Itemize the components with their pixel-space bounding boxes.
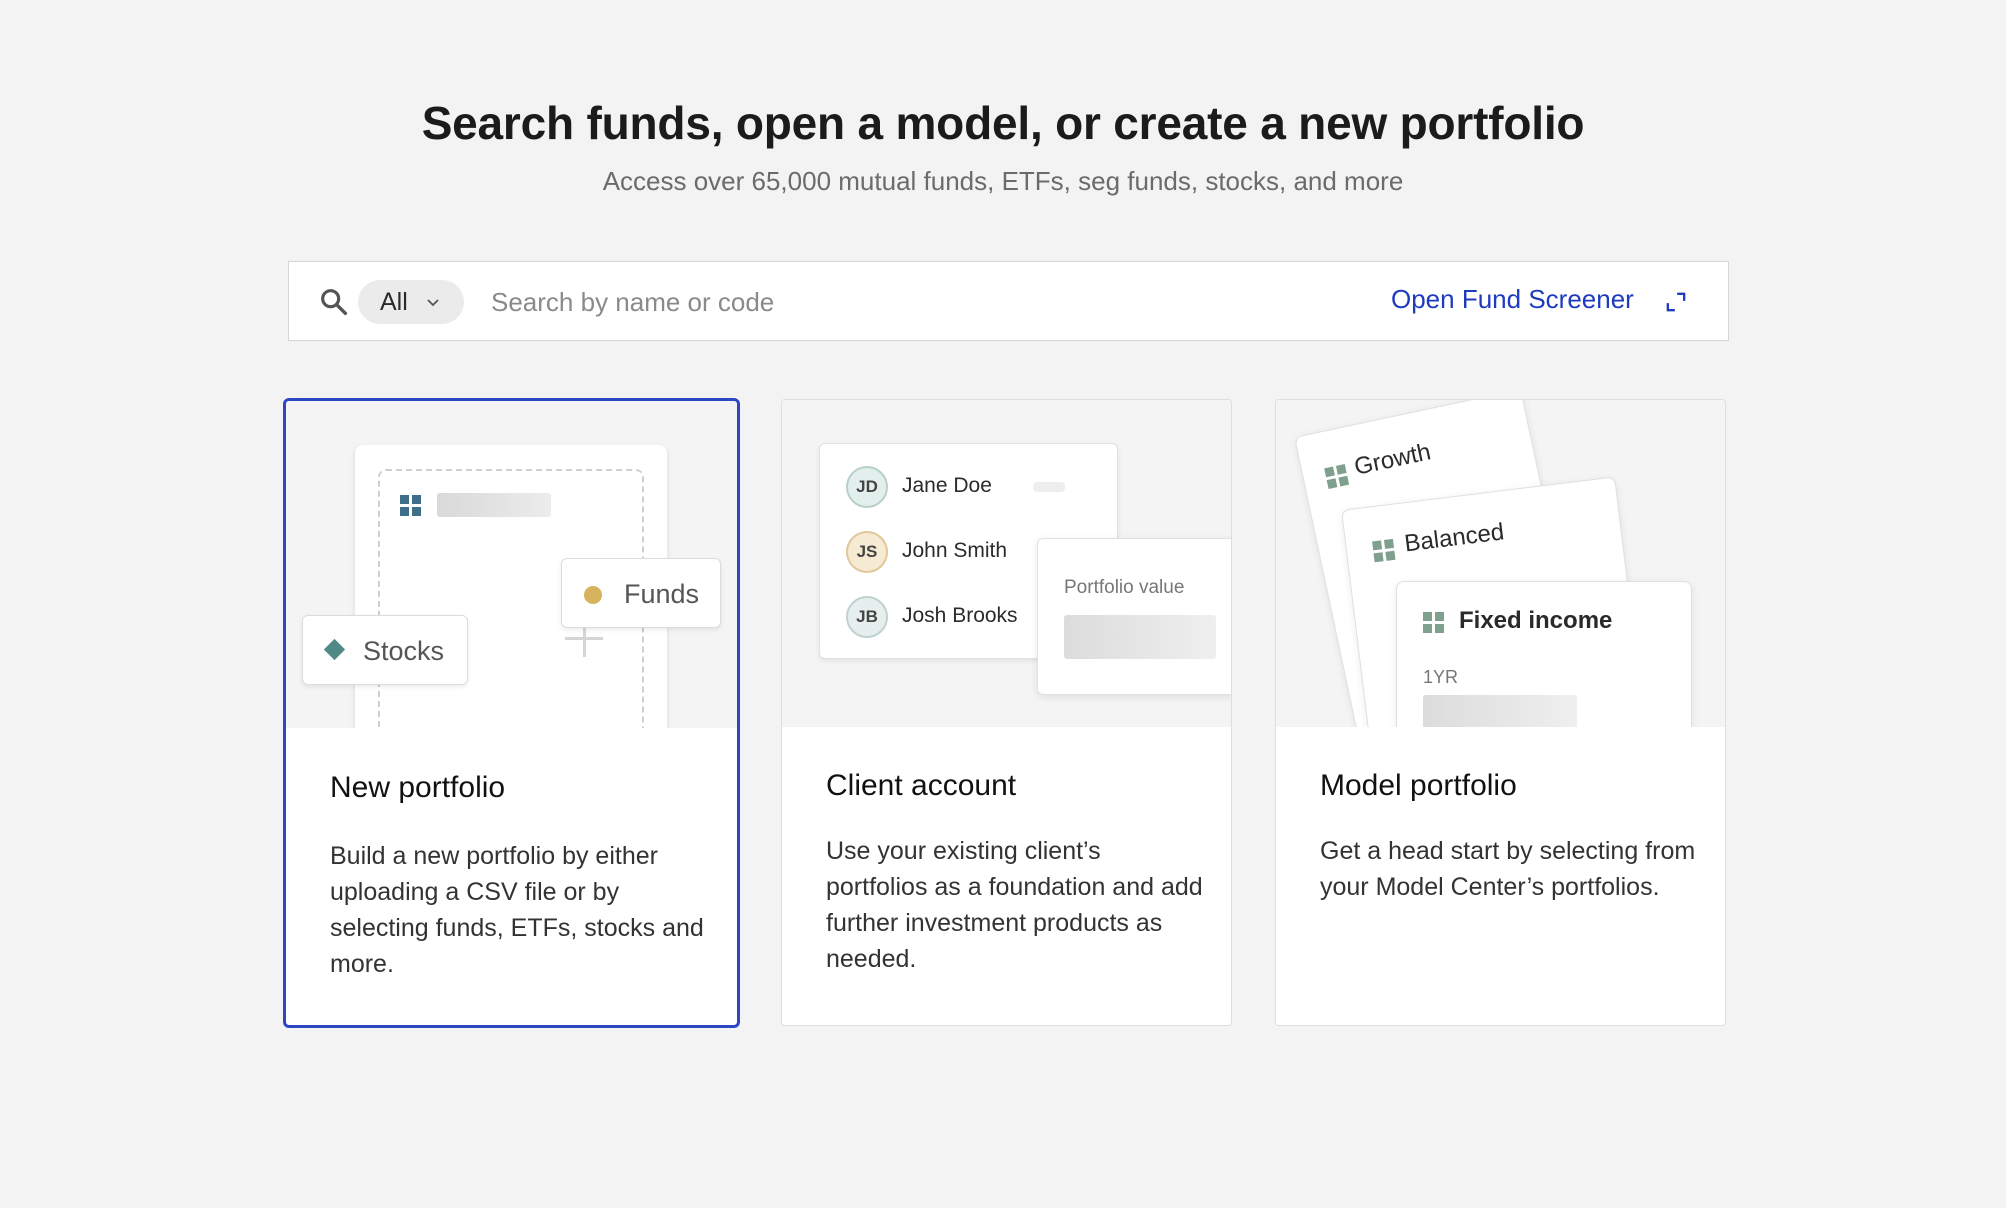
performance-placeholder xyxy=(1423,695,1577,727)
grid-icon xyxy=(400,495,421,516)
search-bar: All Open Fund Screener xyxy=(288,261,1729,341)
avatar: JD xyxy=(846,466,888,508)
expand-icon[interactable] xyxy=(1662,288,1690,316)
search-filter-label: All xyxy=(380,288,408,316)
avatar: JB xyxy=(846,596,888,638)
page: Search funds, open a model, or create a … xyxy=(0,0,2006,1208)
card-title: Client account xyxy=(826,769,1017,802)
card-title: New portfolio xyxy=(330,771,506,804)
search-icon[interactable] xyxy=(318,286,350,318)
card-description: Build a new portfolio by either uploadin… xyxy=(330,842,704,978)
search-filter-dropdown[interactable]: All xyxy=(358,280,464,324)
model-portfolio-card[interactable]: Growth Balanced Fixed income 1YR Model p… xyxy=(1275,399,1726,1026)
model-name: Growth xyxy=(1351,438,1434,481)
model-name: Fixed income xyxy=(1459,607,1613,634)
grid-icon xyxy=(1324,464,1350,489)
open-fund-screener-link[interactable]: Open Fund Screener xyxy=(1391,284,1634,315)
period-label: 1YR xyxy=(1423,667,1459,687)
client-name: John Smith xyxy=(902,539,1008,562)
chevron-down-icon xyxy=(427,299,439,307)
new-portfolio-card[interactable]: Funds Stocks New portfolio Build a new p… xyxy=(283,398,740,1028)
card-description: Use your existing client’s portfolios as… xyxy=(826,837,1203,973)
fixed-income-model-card: Fixed income 1YR xyxy=(1396,581,1692,727)
diamond-icon xyxy=(323,638,346,661)
funds-chip: Funds xyxy=(561,558,721,628)
new-portfolio-illustration: Funds Stocks xyxy=(286,401,737,728)
model-portfolio-illustration: Growth Balanced Fixed income 1YR xyxy=(1276,400,1725,727)
card-title: Model portfolio xyxy=(1320,769,1517,802)
stocks-chip-label: Stocks xyxy=(363,636,445,666)
avatar: JS xyxy=(846,531,888,573)
card-description: Get a head start by selecting from your … xyxy=(1320,837,1696,901)
page-title: Search funds, open a model, or create a … xyxy=(421,97,1585,149)
grid-icon xyxy=(1423,612,1444,633)
value-placeholder-bar xyxy=(1033,482,1065,492)
portfolio-value-placeholder xyxy=(1064,615,1216,659)
client-name: Jane Doe xyxy=(902,474,992,497)
portfolio-value-label: Portfolio value xyxy=(1064,577,1185,598)
client-name: Josh Brooks xyxy=(902,604,1018,627)
search-input[interactable] xyxy=(491,278,1251,326)
name-placeholder-bar xyxy=(437,493,551,517)
model-name: Balanced xyxy=(1402,518,1506,558)
funds-chip-label: Funds xyxy=(624,579,700,609)
stocks-chip: Stocks xyxy=(302,615,468,685)
client-account-card[interactable]: JD Jane Doe JS John Smith JB Josh Brooks… xyxy=(781,399,1232,1026)
grid-icon xyxy=(1372,538,1396,563)
page-subtitle: Access over 65,000 mutual funds, ETFs, s… xyxy=(602,166,1404,196)
client-account-illustration: JD Jane Doe JS John Smith JB Josh Brooks… xyxy=(782,400,1231,727)
funds-dot-icon xyxy=(584,586,602,604)
plus-icon-h xyxy=(565,637,603,640)
portfolio-value-card: Portfolio value xyxy=(1037,538,1231,695)
